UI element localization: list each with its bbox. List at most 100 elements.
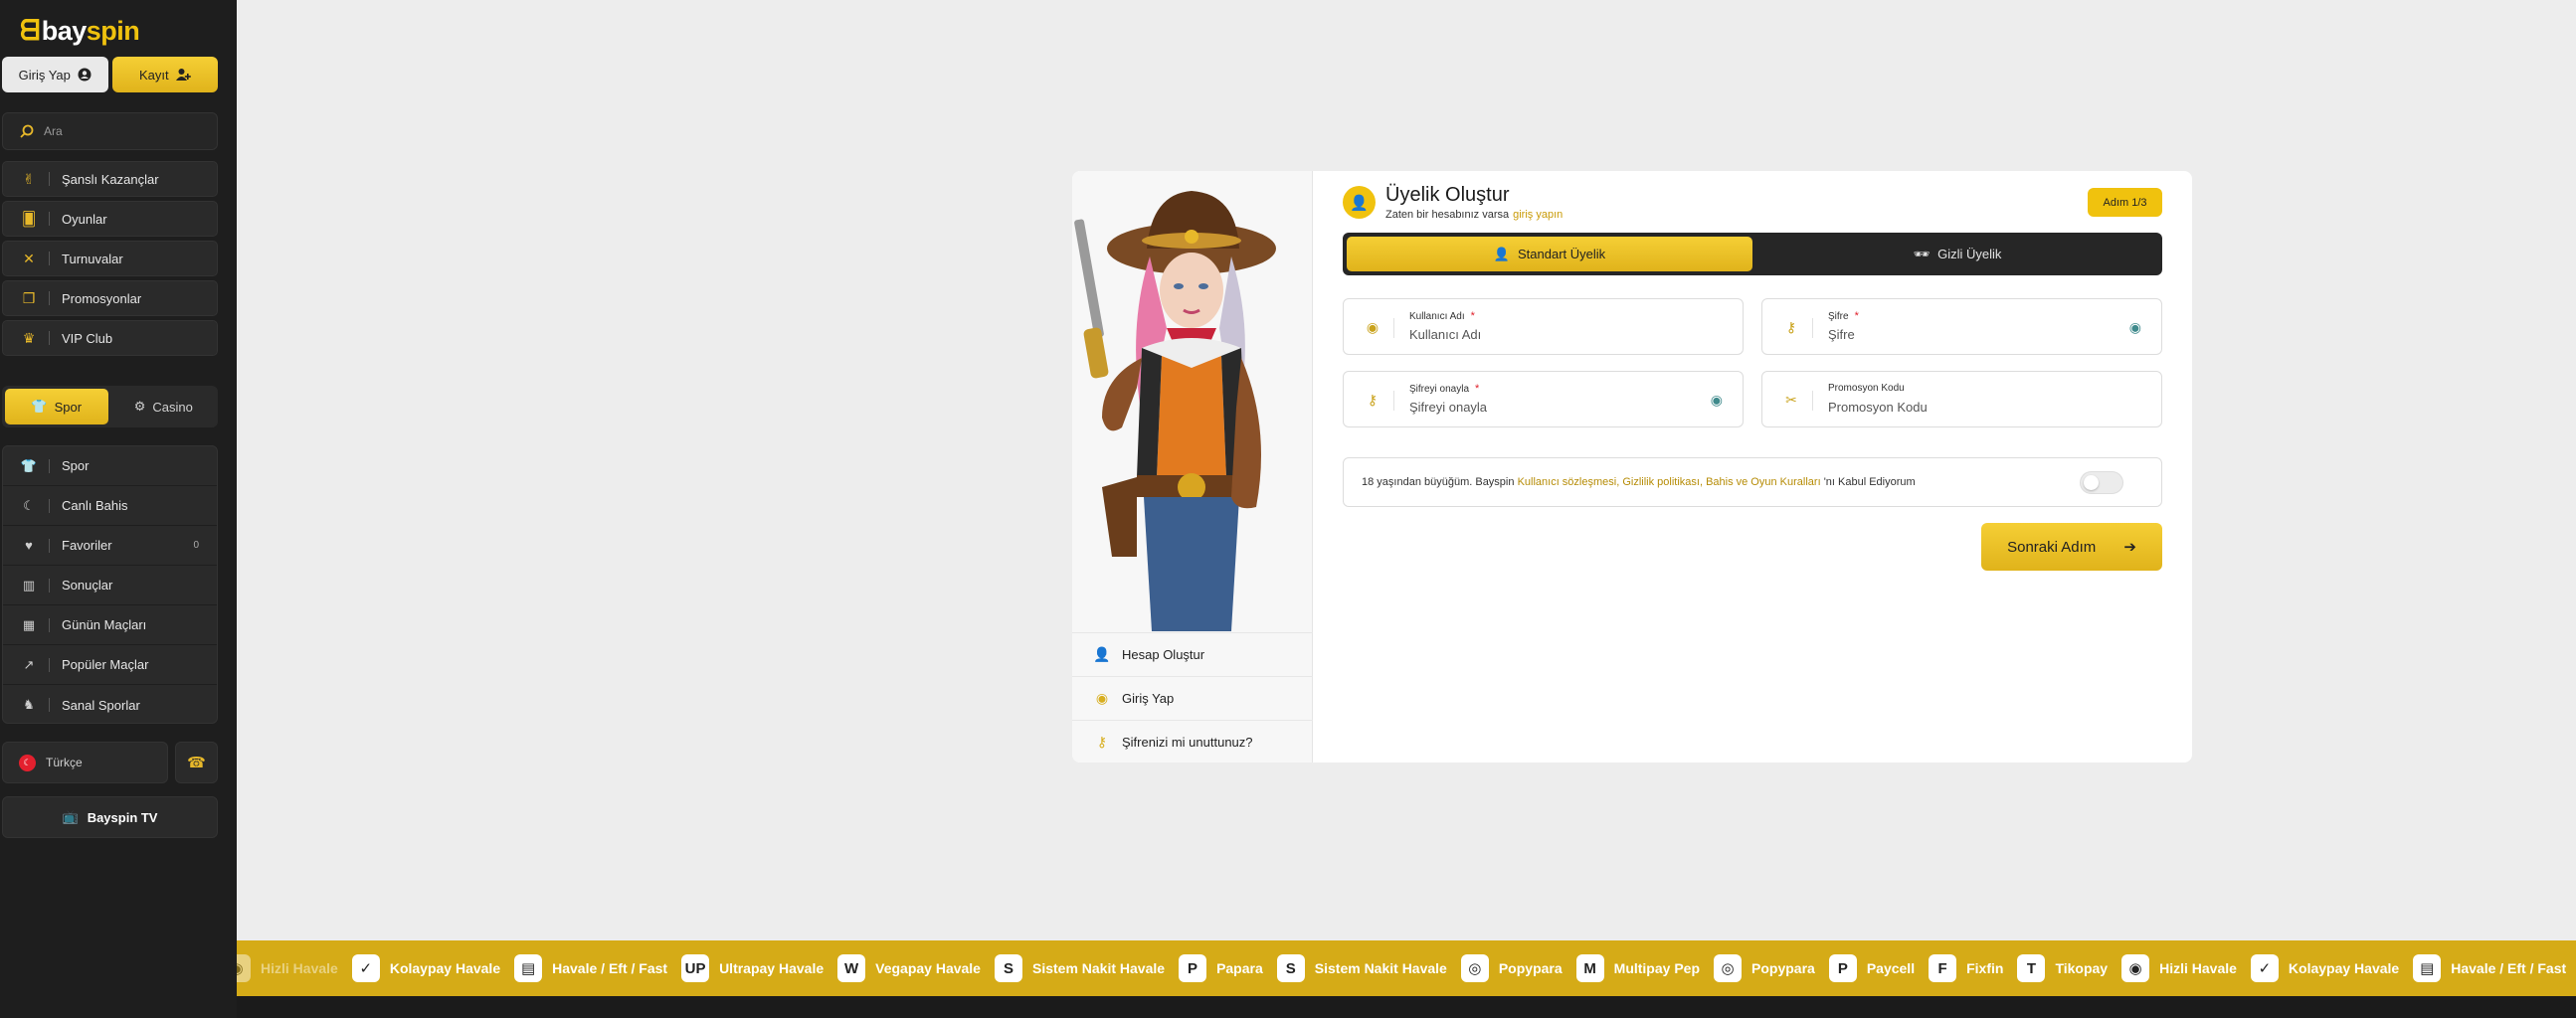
payment-logo-icon: ◉: [2121, 954, 2150, 982]
payment-method-item[interactable]: P Paycell: [1828, 954, 1915, 982]
eye-icon[interactable]: ◉: [1711, 392, 1723, 409]
search-box[interactable]: [2, 112, 218, 150]
turkey-flag-icon: ☾: [19, 754, 36, 771]
next-step-button[interactable]: Sonraki Adım ➔: [1981, 523, 2162, 571]
payment-method-item[interactable]: ◎ Popypara: [1714, 954, 1815, 982]
menu-item-vip-club[interactable]: ♛ VIP Club: [2, 320, 218, 356]
confirm-password-input[interactable]: [1409, 400, 1688, 415]
terms-links[interactable]: Kullanıcı sözleşmesi, Gizlilik politikas…: [1518, 476, 1821, 488]
password-field[interactable]: ⚷ Şifre * ◉: [1761, 298, 2162, 355]
headset-icon: ☎: [187, 755, 206, 771]
promo-code-input[interactable]: [1828, 400, 2107, 415]
payment-method-item[interactable]: UP Ultrapay Havale: [681, 954, 824, 982]
payment-logo-icon: P: [1828, 954, 1857, 982]
sport-item-results[interactable]: ▥ Sonuçlar: [3, 566, 217, 605]
payment-method-item[interactable]: S Sistem Nakit Havale: [994, 954, 1165, 982]
payment-method-item[interactable]: ▤ Havale / Eft / Fast: [514, 954, 667, 982]
live-icon: ☾: [23, 497, 35, 513]
payment-logo-icon: F: [1929, 954, 1957, 982]
jersey-icon: 👕: [20, 457, 38, 473]
secret-membership-tab[interactable]: 🕶 Gizli Üyelik: [1756, 237, 2158, 271]
payment-method-item[interactable]: P Papara: [1179, 954, 1263, 982]
payment-logo-icon: S: [1276, 954, 1305, 982]
language-selector[interactable]: ☾ Türkçe: [2, 742, 168, 783]
confirm-password-field[interactable]: ⚷ Şifreyi onayla * ◉: [1343, 371, 1744, 427]
payment-method-item[interactable]: ✓ Kolaypay Havale: [351, 954, 500, 982]
sport-item-popular-matches[interactable]: ↗ Popüler Maçlar: [3, 645, 217, 685]
sport-item-live-betting[interactable]: ☾ Canlı Bahis: [3, 486, 217, 526]
payment-method-item[interactable]: ▤ Havale / Eft / Fast: [2413, 954, 2566, 982]
menu-item-promotions[interactable]: ❒ Promosyonlar: [2, 280, 218, 316]
login-hint-link[interactable]: giriş yapın: [1513, 209, 1563, 221]
payment-method-item[interactable]: ◎ Popypara: [1460, 954, 1563, 982]
terms-toggle[interactable]: [2080, 471, 2123, 494]
crown-icon: ♛: [22, 329, 36, 346]
tv-icon: 📺: [62, 809, 79, 824]
search-icon: [20, 124, 34, 138]
payment-logo-icon: T: [2017, 954, 2046, 982]
bayspin-logo[interactable]: ᗺ bay spin: [20, 15, 140, 46]
menu-item-tournaments[interactable]: ✕ Turnuvalar: [2, 241, 218, 276]
key-icon: ⚷: [1096, 734, 1108, 750]
incognito-icon: 🕶: [1913, 246, 1931, 261]
key-icon: ⚷: [1785, 319, 1797, 335]
lucky-icon: ✌: [23, 170, 35, 187]
payment-method-item[interactable]: S Sistem Nakit Havale: [1276, 954, 1447, 982]
login-button[interactable]: Giriş Yap: [2, 57, 108, 92]
swords-icon: ✕: [23, 250, 35, 266]
jersey-icon: 👕: [31, 399, 48, 414]
arrow-right-icon: ➔: [2123, 539, 2136, 556]
auth-buttons: Giriş Yap Kayıt: [2, 57, 218, 92]
coupon-icon: ✂: [1785, 392, 1797, 408]
page-title: Üyelik Oluştur: [1385, 184, 1510, 206]
sport-item-todays-matches[interactable]: ▦ Günün Maçları: [3, 605, 217, 645]
sidebar: ᗺ bayspin Giriş Yap Kayıt ✌ Şanslı Kazan…: [0, 0, 237, 1018]
register-button[interactable]: Kayıt: [111, 57, 218, 92]
key-icon: ⚷: [1367, 392, 1379, 408]
login-link[interactable]: ◉ Giriş Yap: [1072, 676, 1313, 720]
bottom-bar: [237, 996, 2576, 1018]
payment-method-item[interactable]: W Vegapay Havale: [837, 954, 981, 982]
payment-logo-icon: W: [837, 954, 866, 982]
user-circle-icon: ◉: [1366, 319, 1380, 335]
user-circle-icon: [78, 68, 92, 82]
password-input[interactable]: [1828, 327, 2107, 342]
create-account-link[interactable]: 👤 Hesap Oluştur: [1072, 632, 1313, 676]
support-button[interactable]: ☎: [175, 742, 218, 783]
username-field[interactable]: ◉ Kullanıcı Adı *: [1343, 298, 1744, 355]
sport-item-spor[interactable]: 👕 Spor: [3, 446, 217, 486]
login-hint: Zaten bir hesabınız varsa giriş yapın: [1385, 209, 1564, 221]
payment-methods-strip: ◉Hizli Havale ✓Kolaypay Havale ▤Havale / E…: [237, 940, 2576, 996]
promo-code-field[interactable]: ✂ Promosyon Kodu: [1761, 371, 2162, 427]
sport-item-favorites[interactable]: ♥ Favoriler 0: [3, 526, 217, 566]
eye-icon[interactable]: ◉: [2129, 319, 2141, 336]
modal-side-panel: 👤 Hesap Oluştur ◉ Giriş Yap ⚷ Şifrenizi …: [1072, 171, 1313, 763]
chip-icon: ⚙: [133, 399, 146, 414]
payment-method-item[interactable]: M Multipay Pep: [1575, 954, 1700, 982]
menu-item-games[interactable]: 🂠 Oyunlar: [2, 201, 218, 237]
step-badge: Adım 1/3: [2088, 188, 2162, 217]
payment-method-item[interactable]: ◉Hizli Havale: [237, 954, 338, 982]
payment-method-item[interactable]: ✓ Kolaypay Havale: [2250, 954, 2399, 982]
search-input[interactable]: [44, 124, 193, 138]
tab-spor[interactable]: 👕 Spor: [5, 389, 108, 424]
payment-logo-icon: ✓: [351, 954, 380, 982]
forgot-password-link[interactable]: ⚷ Şifrenizi mi unuttunuz?: [1072, 720, 1313, 764]
gift-icon: ❒: [22, 289, 36, 306]
cowgirl-illustration: [1072, 179, 1311, 631]
payment-method-item[interactable]: T Tikopay: [2017, 954, 2108, 982]
payment-logo-icon: ▤: [514, 954, 543, 982]
tab-casino[interactable]: ⚙ Casino: [112, 389, 216, 424]
payment-logo-icon: ◎: [1460, 954, 1489, 982]
menu-item-lucky-wins[interactable]: ✌ Şanslı Kazançlar: [2, 161, 218, 197]
sport-menu: 👕 Spor ☾ Canlı Bahis ♥ Favoriler 0 ▥ Son…: [2, 445, 218, 724]
membership-type-toggle: 👤 Standart Üyelik 🕶 Gizli Üyelik: [1343, 233, 2162, 275]
bayspin-tv-button[interactable]: 📺 Bayspin TV: [2, 796, 218, 838]
username-input[interactable]: [1409, 327, 1688, 342]
payment-method-item[interactable]: ◉Hizli Havale: [2121, 954, 2237, 982]
user-circle-icon: ◉: [1095, 690, 1109, 706]
payment-method-item[interactable]: F Fixfin: [1929, 954, 2003, 982]
favorites-count: 0: [193, 540, 199, 551]
sport-item-virtual-sports[interactable]: ♞ Sanal Sporlar: [3, 685, 217, 723]
standard-membership-tab[interactable]: 👤 Standart Üyelik: [1347, 237, 1752, 271]
